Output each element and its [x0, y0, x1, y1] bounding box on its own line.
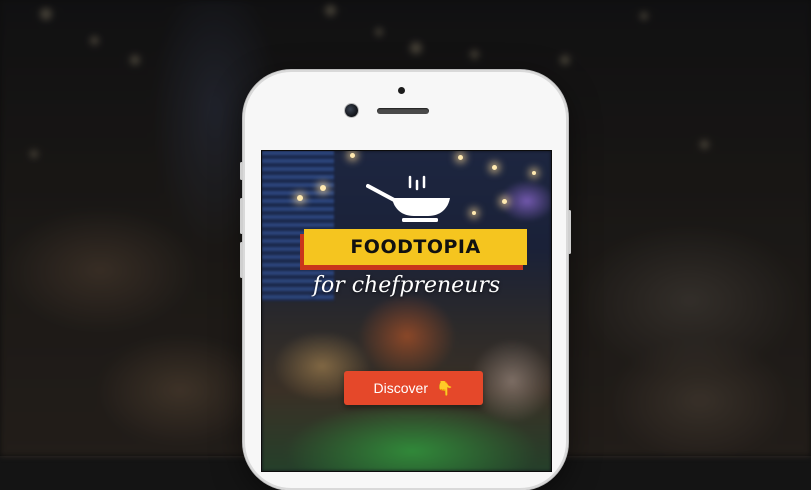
string-light: [492, 165, 497, 170]
string-light: [458, 155, 463, 160]
string-light: [532, 171, 536, 175]
brand-banner: FOODTOPIA: [304, 229, 527, 265]
string-light: [472, 211, 476, 215]
phone-front-camera: [345, 104, 358, 117]
brand-name: FOODTOPIA: [350, 236, 481, 258]
phone-volume-button: [240, 198, 243, 234]
phone-volume-button: [240, 162, 243, 180]
pointing-down-hand-icon: 👇: [436, 379, 454, 396]
phone-proximity-sensor: [398, 87, 405, 94]
discover-button-label: Discover: [373, 380, 429, 396]
wok-pan-icon: [366, 175, 450, 222]
phone-power-button: [568, 210, 571, 254]
string-light: [350, 153, 355, 158]
string-light: [297, 195, 303, 201]
phone-volume-button: [240, 242, 243, 278]
string-light: [502, 199, 507, 204]
phone-screen: FOODTOPIA for chefpreneurs Discover 👇: [261, 150, 552, 472]
discover-button[interactable]: Discover 👇: [344, 371, 483, 405]
string-light: [320, 185, 326, 191]
phone-earpiece-speaker: [377, 108, 429, 114]
brand-tagline: for chefpreneurs: [312, 273, 501, 298]
phone-mockup: FOODTOPIA for chefpreneurs Discover 👇: [240, 70, 571, 490]
